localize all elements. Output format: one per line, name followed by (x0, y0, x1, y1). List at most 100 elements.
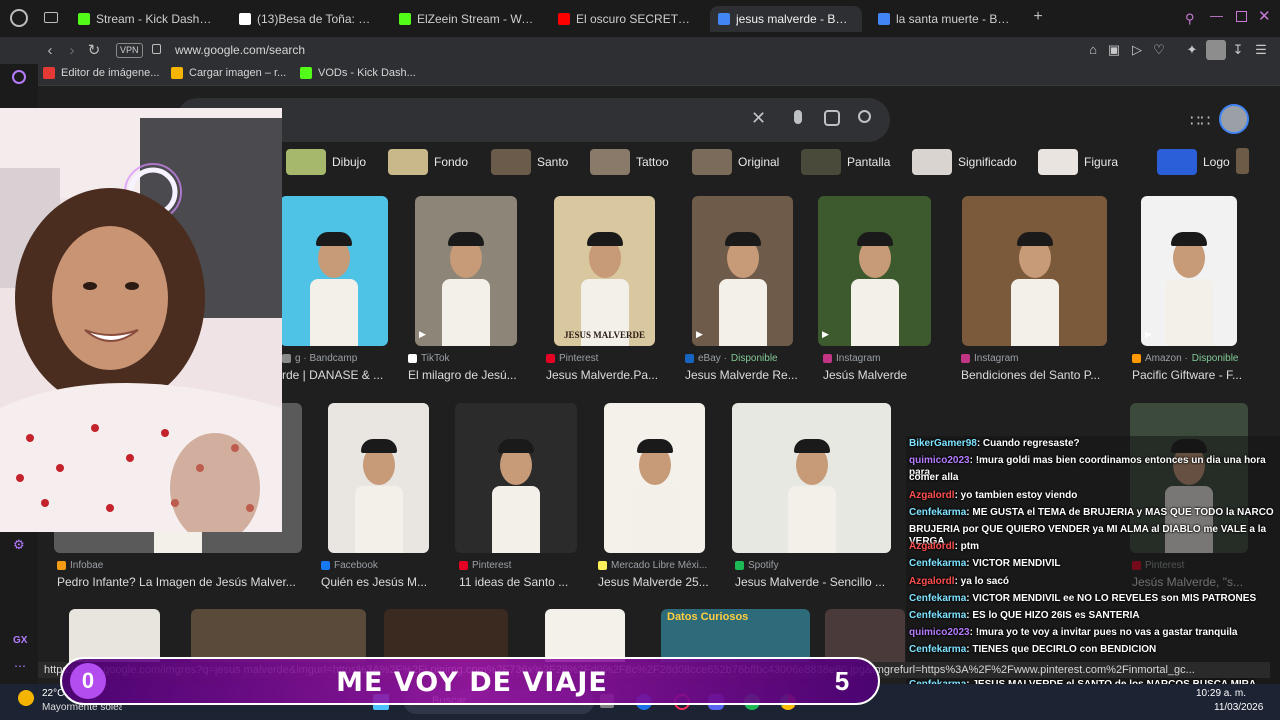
image-source[interactable]: Mercado Libre Méxi... (598, 560, 707, 571)
filter-chip[interactable]: Pantalla (801, 147, 890, 177)
tab-item[interactable]: El oscuro SECRETO de los (550, 6, 702, 32)
download-icon[interactable]: ↧ (1229, 41, 1247, 59)
bookmark-item[interactable]: VODs - Kick Dash... (300, 67, 416, 79)
chat-message: Cenfekarma: ES lo QUE HIZO 26IS es SANTE… (909, 610, 1277, 622)
lens-icon[interactable] (824, 110, 840, 126)
new-tab-button[interactable]: + (1029, 8, 1047, 26)
image-source[interactable]: Instagram (961, 353, 1022, 364)
tab-item[interactable]: (13)Besa de Toña: El Nuev (231, 6, 383, 32)
image-title-link[interactable]: Jesus Malverde Re... (685, 368, 798, 382)
image-result-thumbnail[interactable] (328, 403, 429, 553)
account-avatar[interactable] (1219, 104, 1249, 134)
image-result-thumbnail[interactable] (732, 403, 891, 553)
chat-text: : VICTOR MENDIVIL (966, 558, 1061, 570)
opera-logo-icon[interactable] (10, 9, 28, 27)
image-title-link[interactable]: rde | DANASE & ... (282, 368, 383, 382)
filter-chip[interactable]: Dibujo (286, 147, 366, 177)
gx-icon[interactable]: GX (13, 635, 27, 646)
chip-label: Dibujo (332, 155, 367, 169)
image-source[interactable]: Facebook (321, 560, 378, 571)
forward-arrow-icon[interactable]: › (62, 41, 82, 61)
source-name: Spotify (748, 560, 779, 571)
tab-search-icon[interactable] (44, 12, 58, 23)
settings-icon[interactable]: ⚙ (13, 537, 25, 553)
image-title-link[interactable]: 11 ideas de Santo ... (459, 575, 568, 589)
tab-item[interactable]: jesus malverde - Buscar c (710, 6, 862, 32)
image-source[interactable]: Spotify (735, 560, 779, 571)
url-field[interactable]: www.google.com/search (175, 43, 305, 57)
chip-scroll-image[interactable] (1236, 148, 1249, 174)
filter-chip[interactable]: Significado (912, 147, 1017, 177)
image-title-link[interactable]: Jesus Malverde 25... (598, 575, 709, 589)
chip-label: Logo (1203, 155, 1230, 169)
image-result-thumbnail[interactable]: ▶ (1141, 196, 1237, 346)
messenger-icon[interactable] (12, 70, 26, 84)
chip-label: Pantalla (847, 155, 891, 169)
image-source[interactable]: Amazon · Disponible (1132, 353, 1239, 364)
filter-chip[interactable]: Logo (1157, 147, 1230, 177)
filter-chip[interactable]: Original (692, 147, 779, 177)
vpn-badge[interactable]: VPN (116, 43, 143, 58)
pin-icon[interactable]: ⌂ (1084, 41, 1102, 59)
image-source[interactable]: Infobae (57, 560, 103, 571)
snapshot-icon[interactable]: ▣ (1105, 41, 1123, 59)
image-title-link[interactable]: Pacific Giftware - F... (1132, 368, 1242, 382)
image-source[interactable]: Pinterest (546, 353, 602, 364)
search-icon[interactable] (858, 110, 871, 123)
tab-item[interactable]: la santa muerte - Buscar c (870, 6, 1020, 32)
search-input[interactable]: ✕ (176, 98, 890, 142)
menu-icon[interactable]: ☰ (1252, 41, 1270, 59)
image-source[interactable]: Pinterest (459, 560, 511, 571)
image-source[interactable]: Instagram (823, 353, 884, 364)
maximize-button[interactable] (1236, 11, 1247, 22)
search-tabs-icon[interactable]: ⚲ (1185, 11, 1195, 27)
close-window-button[interactable]: ✕ (1258, 7, 1271, 25)
image-title-link[interactable]: El milagro de Jesú... (408, 368, 517, 382)
image-result-thumbnail[interactable]: ▶ (818, 196, 931, 346)
figure-hair (316, 232, 352, 246)
tab-item[interactable]: ElZeein Stream - Watch Li (391, 6, 543, 32)
image-result-thumbnail[interactable]: ▶ (415, 196, 517, 346)
image-title-link[interactable]: Bendiciones del Santo P... (961, 368, 1100, 382)
minimize-button[interactable]: — (1210, 8, 1223, 23)
chat-message: Cenfekarma: TIENES que DECIRLO con BENDI… (909, 644, 1277, 656)
image-title-link[interactable]: Quién es Jesús M... (321, 575, 427, 589)
image-result-thumbnail[interactable] (962, 196, 1107, 346)
tab-item[interactable]: Stream - Kick Dashboard (70, 6, 222, 32)
clock-date: 11/03/2026 (1214, 702, 1264, 713)
microphone-icon[interactable] (794, 110, 802, 124)
filter-chip[interactable]: Tattoo (590, 147, 669, 177)
filter-chip[interactable]: Santo (491, 147, 568, 177)
image-result-thumbnail[interactable]: ▶ (692, 196, 793, 346)
image-result-thumbnail[interactable] (280, 196, 388, 346)
bookmark-item[interactable]: Editor de imágene... (43, 67, 159, 79)
image-result-thumbnail[interactable] (455, 403, 577, 553)
image-caption-text: JESUS MALVERDE (564, 330, 645, 340)
image-result-thumbnail[interactable]: JESUS MALVERDE (554, 196, 655, 346)
bookmark-favicon (43, 67, 55, 79)
source-name: Infobae (70, 560, 104, 571)
figure-body (1010, 278, 1059, 346)
reload-icon[interactable]: ↻ (84, 41, 104, 61)
image-source[interactable]: eBay · Disponible (685, 353, 778, 364)
player-icon[interactable]: ▷ (1128, 41, 1146, 59)
more-icon[interactable]: ⋯ (14, 659, 26, 673)
heart-icon[interactable]: ♡ (1150, 41, 1168, 59)
image-title-link[interactable]: Jesus Malverde.Pa... (546, 368, 658, 382)
image-title-link[interactable]: Jesus Malverde - Sencillo ... (735, 575, 885, 589)
figure-hair (1171, 232, 1207, 246)
weather-icon[interactable] (18, 690, 34, 706)
extensions-icon[interactable]: ✦ (1183, 41, 1201, 59)
image-title-link[interactable]: Jesús Malverde (823, 368, 907, 382)
clear-search-icon[interactable]: ✕ (751, 108, 766, 129)
image-title-link[interactable]: Pedro Infante? La Imagen de Jesús Malver… (57, 575, 296, 589)
back-arrow-icon[interactable]: ‹ (40, 41, 60, 61)
apps-grid-icon[interactable]: ∷∷ (1190, 111, 1210, 131)
image-result-thumbnail[interactable] (604, 403, 705, 553)
image-source[interactable]: TikTok (408, 353, 454, 364)
bookmark-item[interactable]: Cargar imagen – r... (171, 67, 286, 79)
image-source[interactable]: g · Bandcamp (282, 353, 361, 364)
filter-chip[interactable]: Fondo (388, 147, 468, 177)
profile-avatar[interactable] (1206, 40, 1226, 60)
filter-chip[interactable]: Figura (1038, 147, 1118, 177)
